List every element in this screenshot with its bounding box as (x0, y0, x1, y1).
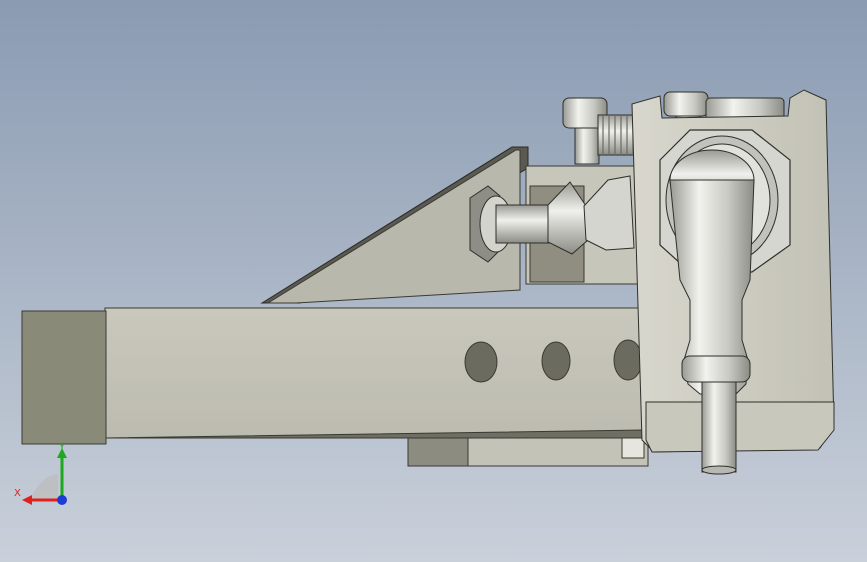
stud (495, 204, 553, 244)
cad-model-view[interactable] (0, 0, 867, 562)
x-axis-label: X (14, 488, 21, 499)
main-bar-end-face (21, 310, 107, 445)
z-axis-dot (57, 495, 67, 505)
spindle-ring (681, 355, 751, 383)
threaded-rod (597, 114, 637, 156)
top-screw-mid-head (663, 91, 709, 117)
x-arrow-icon (22, 495, 32, 505)
coordinate-triad: X Y (14, 442, 67, 505)
clamp-plate-bottom (645, 401, 835, 453)
spindle-tip (701, 381, 737, 473)
bar-hole-1 (464, 341, 498, 383)
triad-plane (30, 474, 58, 500)
y-axis-label: Y (58, 442, 66, 453)
spindle-tip-end (701, 465, 737, 475)
bar-hole-3 (613, 339, 643, 381)
graphics-viewport[interactable]: X Y (0, 0, 867, 562)
bar-hole-2 (541, 341, 571, 381)
